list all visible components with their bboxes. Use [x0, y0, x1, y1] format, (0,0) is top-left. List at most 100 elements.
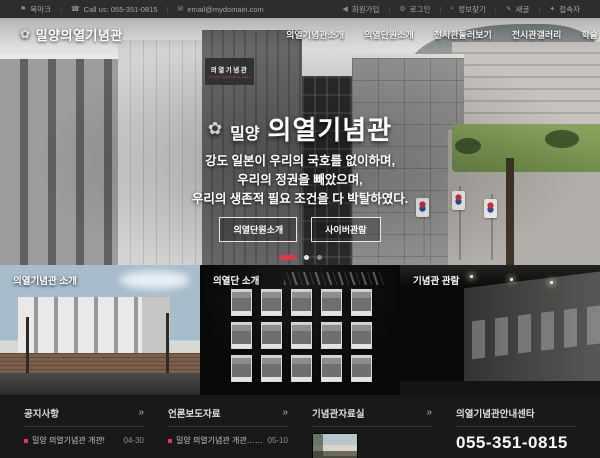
- press-more-button[interactable]: »: [282, 408, 288, 418]
- spotlight-art: [510, 278, 513, 281]
- notice-item[interactable]: 밀양 의열기념관 개관! 04-30: [24, 435, 144, 446]
- hero-slider: 의열기념관 UIYEOL MEMORIAL HALL ✿ 밀양의열기념관 의열기…: [0, 18, 600, 265]
- notice-more-button[interactable]: »: [138, 408, 144, 418]
- press-item-date: 05-10: [268, 436, 288, 445]
- email-link[interactable]: email@mydomain.com: [187, 5, 263, 14]
- divider: [24, 426, 144, 427]
- panel-members-intro[interactable]: 의열단 소개: [200, 265, 400, 395]
- hero-title-prefix: 밀양: [230, 120, 259, 144]
- separator: |: [388, 5, 390, 14]
- new-posts-link[interactable]: 새글: [516, 4, 530, 15]
- archive-board: 기념관자료실 »: [312, 406, 432, 458]
- slider-dot[interactable]: [279, 255, 296, 260]
- member-portrait-frame: [351, 355, 372, 382]
- topbar-left: ⚑ 북마크 | ☎ Call us: 055-351-0815 | ✉ emai…: [20, 4, 264, 15]
- member-portrait-frame: [321, 322, 342, 349]
- visitors-link[interactable]: 접속자: [559, 4, 580, 15]
- hero-quote-line: 강도 일본이 우리의 국호를 없이하며,: [0, 152, 600, 171]
- member-portrait-frame: [351, 322, 372, 349]
- member-portrait-frame: [231, 322, 252, 349]
- phone-number: 055-351-0815: [456, 433, 576, 453]
- nav-item-members[interactable]: 의열단원소개: [364, 28, 414, 41]
- nav-item-about-hall[interactable]: 의열기념관소개: [286, 28, 344, 41]
- building-sign: 의열기념관 UIYEOL MEMORIAL HALL: [205, 58, 254, 85]
- building-sign-subtext: UIYEOL MEMORIAL HALL: [208, 75, 252, 79]
- member-portrait-frame: [291, 322, 312, 349]
- panel-title: 의열단 소개: [213, 273, 259, 287]
- building-sign-text: 의열기념관: [211, 64, 248, 74]
- bookmark-icon: ⚑: [20, 5, 26, 13]
- cyber-tour-button[interactable]: 사이버관람: [311, 217, 380, 242]
- member-portrait-frame: [261, 355, 282, 382]
- exhibit-wall-art: [464, 270, 600, 395]
- cloud-art: [120, 271, 190, 289]
- bookmark-link[interactable]: 북마크: [30, 4, 51, 15]
- press-item[interactable]: 밀양 의열기념관 개관…전국최초 05-10: [168, 435, 288, 446]
- visitors-icon: ✦: [549, 5, 555, 13]
- new-post-icon: ✎: [506, 5, 512, 13]
- calligraphy-art: [284, 272, 384, 285]
- nav-item-tour[interactable]: 전시관둘러보기: [434, 28, 492, 41]
- call-us-text: Call us: 055-351-0815: [84, 5, 158, 14]
- spotlight-art: [470, 275, 473, 278]
- main-navigation: 의열기념관소개 의열단원소개 전시관둘러보기 전시관갤러리 학술: [286, 28, 598, 41]
- hero-title-main: 의열기념관: [268, 110, 393, 147]
- slider-pagination: [0, 255, 600, 260]
- notice-item-date: 04-30: [124, 436, 144, 445]
- member-portrait-frame: [291, 355, 312, 382]
- members-intro-button[interactable]: 의열단원소개: [219, 217, 297, 242]
- board-title: 의열기념관안내센타: [456, 406, 535, 420]
- feature-panels: 의열기념관 소개 의열단 소개 기념관 관람: [0, 265, 600, 395]
- logo-flower-icon: ✿: [20, 27, 31, 41]
- archive-more-button[interactable]: »: [426, 408, 432, 418]
- logo-text: 밀양의열기념관: [36, 25, 123, 44]
- archive-thumbnail[interactable]: [312, 433, 358, 458]
- member-portrait-frame: [321, 289, 342, 316]
- login-icon: ⚙: [399, 5, 405, 13]
- hero-quote-line: 우리의 생존적 필요 조건을 다 박탈하였다.: [0, 190, 600, 209]
- bullet-icon: [168, 439, 172, 443]
- slider-dot[interactable]: [304, 255, 309, 260]
- board-title: 공지사항: [24, 406, 59, 420]
- slider-dot[interactable]: [317, 255, 322, 260]
- login-link[interactable]: 로그인: [410, 4, 431, 15]
- page: ⚑ 북마크 | ☎ Call us: 055-351-0815 | ✉ emai…: [0, 0, 600, 458]
- separator: |: [495, 5, 497, 14]
- press-item-title: 밀양 의열기념관 개관…전국최초: [176, 435, 264, 446]
- panel-title: 기념관 관람: [413, 273, 459, 287]
- floor-art: [400, 381, 600, 395]
- separator: |: [166, 5, 168, 14]
- nav-item-gallery[interactable]: 전시관갤러리: [512, 28, 562, 41]
- member-portrait-frame: [351, 289, 372, 316]
- panel-hall-intro[interactable]: 의열기념관 소개: [0, 265, 200, 395]
- email-icon: ✉: [177, 5, 183, 13]
- hero-buttons: 의열단원소개 사이버관람: [0, 217, 600, 242]
- pole-art: [166, 313, 169, 373]
- contact-board: 의열기념관안내센타 055-351-0815: [456, 406, 576, 458]
- separator: |: [60, 5, 62, 14]
- press-board: 언론보도자료 » 밀양 의열기념관 개관…전국최초 05-10: [168, 406, 288, 458]
- signup-icon: ◀: [342, 5, 347, 13]
- signup-link[interactable]: 회원가입: [352, 4, 380, 15]
- hero-quote: 강도 일본이 우리의 국호를 없이하며, 우리의 정권을 빼았으며, 우리의 생…: [0, 152, 600, 208]
- separator: |: [439, 5, 441, 14]
- site-logo[interactable]: ✿ 밀양의열기념관: [20, 25, 123, 44]
- search-icon: ⌕: [450, 5, 454, 13]
- notice-board: 공지사항 » 밀양 의열기념관 개관! 04-30: [24, 406, 144, 458]
- member-portrait-frame: [291, 289, 312, 316]
- member-portrait-frame: [231, 355, 252, 382]
- phone-icon: ☎: [71, 5, 80, 13]
- find-info-link[interactable]: 정보찾기: [458, 4, 486, 15]
- board-title: 기념관자료실: [312, 406, 364, 420]
- separator: |: [538, 5, 540, 14]
- bullet-icon: [24, 439, 28, 443]
- nav-item-academic[interactable]: 학술: [581, 28, 598, 41]
- divider: [168, 426, 288, 427]
- ground-art: [0, 373, 200, 395]
- portrait-grid: [231, 289, 372, 382]
- panel-title: 의열기념관 소개: [13, 273, 77, 287]
- member-portrait-frame: [231, 289, 252, 316]
- panel-tour[interactable]: 기념관 관람: [400, 265, 600, 395]
- brick-wall-art: [0, 353, 200, 374]
- member-portrait-frame: [261, 289, 282, 316]
